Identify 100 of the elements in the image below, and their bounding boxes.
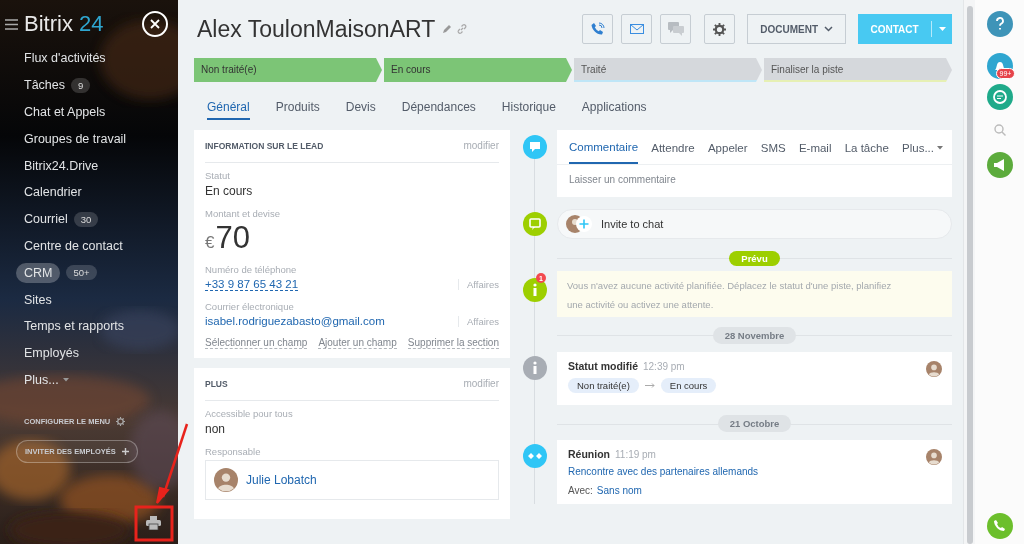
tab[interactable]: Appeler (707, 130, 748, 164)
menu-icon[interactable] (5, 18, 18, 30)
plus-icon (121, 448, 129, 456)
action-link[interactable]: Supprimer la section (407, 337, 499, 349)
search-icon[interactable] (993, 124, 1006, 136)
chat-button[interactable] (660, 14, 692, 44)
field-value: non (205, 422, 227, 436)
menu-item[interactable]: Groupes de travail (24, 128, 127, 149)
stage-step[interactable]: En cours (384, 58, 572, 80)
stage-step[interactable]: Traité (574, 58, 762, 80)
caret-icon (62, 377, 69, 382)
phone-icon[interactable] (986, 513, 1013, 539)
meeting-icon (523, 444, 547, 468)
email-button[interactable] (621, 14, 653, 44)
card-title: PLUS (205, 378, 228, 389)
menu-item[interactable]: Flux d'activités (24, 48, 106, 69)
menu-item[interactable]: Employés (24, 343, 79, 364)
speech-bubbles-icon (667, 22, 684, 36)
caret-icon (937, 146, 943, 150)
close-button[interactable] (142, 11, 168, 37)
pencil-icon[interactable] (443, 25, 452, 33)
menu-item[interactable]: Courriel (24, 209, 68, 230)
menu-item[interactable]: Tâches (24, 75, 65, 96)
counter-badge: 50+ (66, 265, 97, 281)
close-icon (150, 19, 160, 29)
lead-title: Alex ToulonMaisonART (197, 15, 436, 43)
tab[interactable]: Commentaire (569, 130, 639, 164)
status-chip: Non traité(e) (568, 378, 639, 393)
menu-item[interactable]: Plus... (24, 369, 69, 390)
entry-time: 12:39 pm (643, 361, 685, 372)
avatar-add-icon (566, 215, 594, 233)
avatar (926, 449, 942, 465)
tab[interactable]: SMS (760, 130, 786, 164)
user-link[interactable]: Julie Lobatch (246, 473, 317, 487)
planned-label: Prévu (729, 251, 780, 266)
printer-icon[interactable] (146, 516, 161, 530)
field-label: Avec: (568, 485, 593, 496)
amount-value: 70 (215, 222, 250, 254)
scrollbar-thumb[interactable] (966, 6, 973, 544)
tab[interactable]: Plus... (902, 130, 943, 164)
card-title: INFORMATION SUR LE LEAD (205, 140, 324, 151)
comment-icon (523, 135, 547, 159)
menu-item[interactable]: Chat et Appels (24, 102, 106, 122)
info-icon (523, 356, 547, 380)
comment-field[interactable]: Laisser un commentaire (557, 165, 952, 197)
menu-item[interactable]: Sites (24, 289, 52, 310)
chat-icon (523, 212, 547, 236)
tab[interactable]: Devis (345, 100, 376, 120)
avatar (214, 468, 238, 492)
envelope-icon (629, 24, 644, 34)
meeting-link[interactable]: Rencontre avec des partenaires allemands (568, 466, 942, 477)
settings-icon[interactable] (116, 417, 126, 427)
field-value: En cours (205, 184, 254, 198)
field-label: Montant et devise (205, 208, 281, 219)
tab[interactable]: Produits (275, 100, 320, 120)
action-link[interactable]: Sélectionner un champ (205, 337, 308, 349)
action-link[interactable]: Ajouter un champ (318, 337, 397, 349)
stage-step[interactable]: Finaliser la piste (764, 58, 952, 80)
invite-to-chat-button[interactable]: Invite to chat (557, 209, 952, 239)
stage-step[interactable]: Non traité(e) (194, 58, 382, 80)
tab[interactable]: Attendre (651, 130, 695, 164)
entry-title: Statut modifié (568, 360, 638, 372)
document-button[interactable]: DOCUMENT (747, 14, 846, 44)
tab[interactable]: Historique (501, 100, 556, 120)
chevron-down-icon (824, 26, 833, 32)
tab[interactable]: Dépendances (401, 100, 476, 120)
menu-item[interactable]: Bitrix24.Drive (24, 155, 99, 176)
field-label: Accessible pour tous (205, 408, 294, 419)
megaphone-icon[interactable] (986, 152, 1013, 178)
settings-button[interactable] (704, 14, 736, 44)
currency-symbol: € (205, 233, 215, 253)
tab[interactable]: E-mail (798, 130, 832, 164)
help-icon[interactable] (986, 11, 1013, 37)
entry-time: 11:19 pm (615, 449, 656, 460)
menu-item[interactable]: Temps et rapports (24, 316, 125, 337)
field-link[interactable]: +33 9 87 65 43 21 (205, 278, 299, 291)
arrow-icon (644, 383, 655, 388)
empty-schedule-notice: Vous n'avez aucune activité planifiée. Déplacez le statut d'une piste, planifiez une activité ou activez une attente. (557, 271, 952, 317)
tab[interactable]: Applications (581, 100, 647, 120)
tab[interactable]: La tâche (844, 130, 889, 164)
logo-text: Bitrix 24 (24, 11, 104, 37)
date-label: 28 Novembre (712, 327, 797, 344)
link-icon[interactable] (457, 24, 468, 34)
type-label: Affaires (457, 279, 499, 290)
phone-icon (590, 22, 605, 36)
entry-title: Réunion (568, 448, 610, 460)
field-link[interactable]: isabel.rodriguezabasto@gmail.com (205, 315, 385, 327)
field-label: Statut (205, 170, 231, 181)
menu-item[interactable]: Calendrier (24, 182, 82, 203)
tab[interactable]: Général (207, 100, 250, 120)
avatar (926, 361, 942, 377)
counter-badge: 9 (71, 77, 91, 93)
info-icon (523, 278, 547, 302)
menu-item[interactable]: Centre de contact (24, 235, 123, 256)
contact-link[interactable]: Sans nom (596, 485, 642, 496)
type-label: Affaires (457, 315, 499, 327)
chat-icon[interactable] (986, 84, 1013, 110)
field-label: Courrier électronique (205, 301, 295, 312)
menu-item[interactable]: CRM (16, 262, 61, 283)
call-button[interactable] (582, 14, 614, 44)
